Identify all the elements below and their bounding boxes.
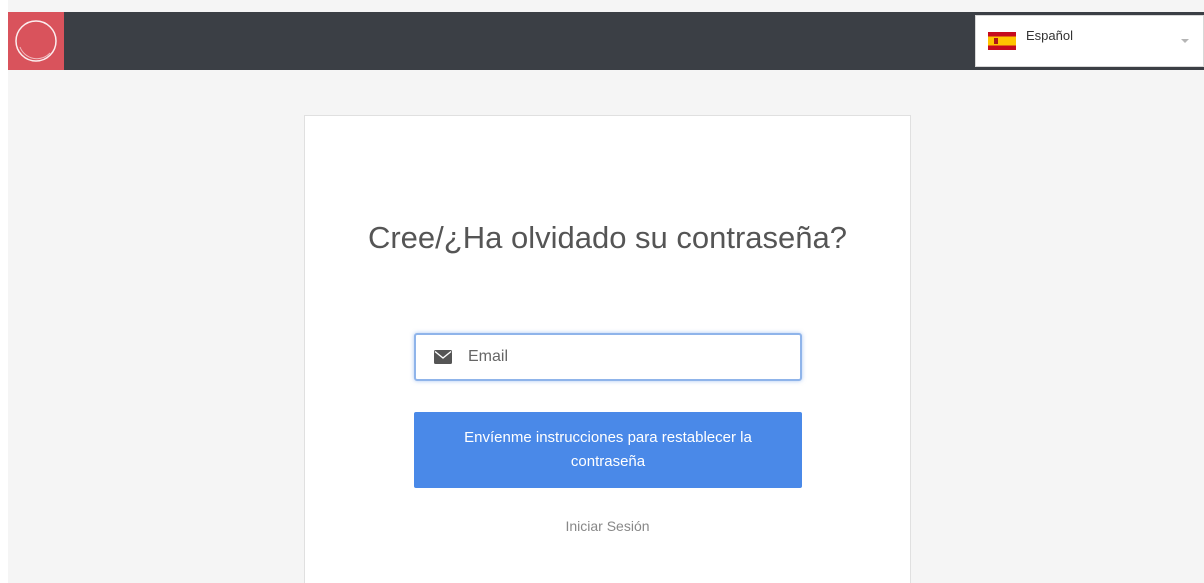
- logo[interactable]: [8, 12, 64, 70]
- envelope-icon: [434, 350, 452, 364]
- page-title: Cree/¿Ha olvidado su contraseña?: [367, 220, 848, 255]
- reset-password-card: Cree/¿Ha olvidado su contraseña? Envíenm…: [304, 115, 911, 583]
- chevron-down-icon: [1181, 39, 1189, 43]
- top-navbar: Español: [8, 12, 1204, 70]
- language-selected-label: Español: [1026, 27, 1073, 43]
- circle-logo-icon: [15, 20, 57, 62]
- left-edge-strip: [0, 0, 8, 583]
- spain-flag-icon: [988, 32, 1016, 50]
- email-field[interactable]: [414, 333, 802, 381]
- login-link[interactable]: Iniciar Sesión: [305, 518, 910, 534]
- send-reset-instructions-button[interactable]: Envíenme instrucciones para restablecer …: [414, 412, 802, 488]
- email-input[interactable]: [468, 348, 768, 366]
- language-selector[interactable]: Español: [975, 15, 1204, 67]
- page: Español Cree/¿Ha olvidado su contraseña?…: [0, 0, 1204, 583]
